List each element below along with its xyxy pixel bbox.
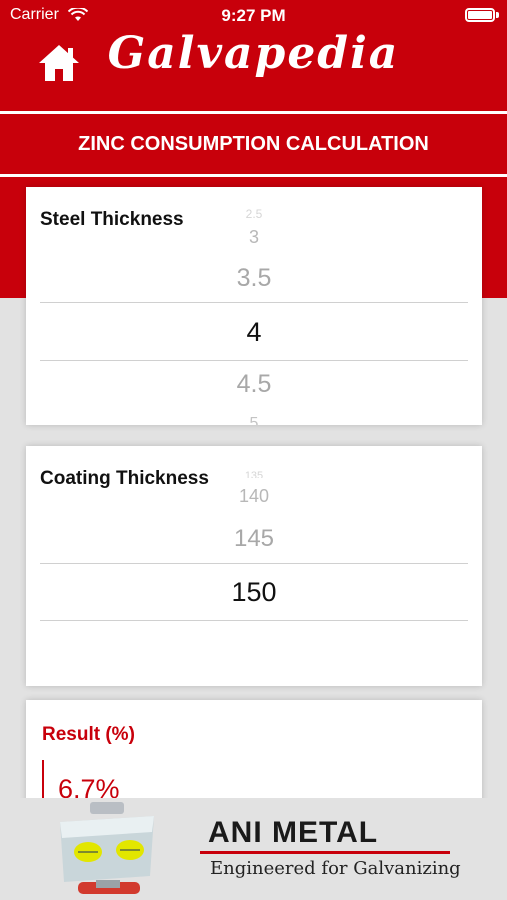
picker-selection-top	[40, 563, 468, 564]
picker-option[interactable]: 2.5	[40, 207, 468, 221]
steel-thickness-picker[interactable]: 2.5 3 3.5 4 4.5 5	[40, 207, 468, 425]
picker-option[interactable]: 4.5	[40, 370, 468, 399]
picker-option[interactable]: 135	[40, 470, 468, 478]
picker-option[interactable]: 3.5	[40, 264, 468, 293]
status-bar: Carrier 9:27 PM	[0, 0, 507, 30]
picker-option[interactable]: 5	[40, 415, 468, 425]
coating-thickness-picker[interactable]: 135 140 145 150	[40, 466, 468, 686]
picker-selection-bottom	[40, 360, 468, 361]
brand-underline	[200, 851, 450, 854]
picker-selected-option[interactable]: 4	[40, 317, 468, 348]
divider-top	[0, 111, 507, 114]
brand-tagline: Engineered for Galvanizing	[210, 858, 461, 879]
battery-cap	[496, 12, 499, 18]
picker-option[interactable]: 140	[40, 486, 468, 507]
battery-icon	[465, 8, 495, 22]
steel-thickness-card: Steel Thickness 2.5 3 3.5 4 4.5 5	[26, 187, 482, 425]
app-title: Galvapedia	[107, 28, 400, 79]
picker-option[interactable]: 3	[40, 227, 468, 248]
clock: 9:27 PM	[221, 6, 286, 25]
brand-name: ANI METAL	[208, 816, 379, 849]
coating-thickness-card: Coating Thickness 135 140 145 150	[26, 446, 482, 686]
section-title: ZINC CONSUMPTION CALCULATION	[78, 133, 429, 155]
divider-bottom	[0, 174, 507, 177]
picker-selection-bottom	[40, 620, 468, 621]
picker-selected-option[interactable]: 150	[40, 577, 468, 608]
picker-option[interactable]: 145	[40, 525, 468, 553]
galvanized-part-icon	[60, 802, 154, 894]
picker-selection-top	[40, 302, 468, 303]
result-label: Result (%)	[42, 724, 135, 745]
